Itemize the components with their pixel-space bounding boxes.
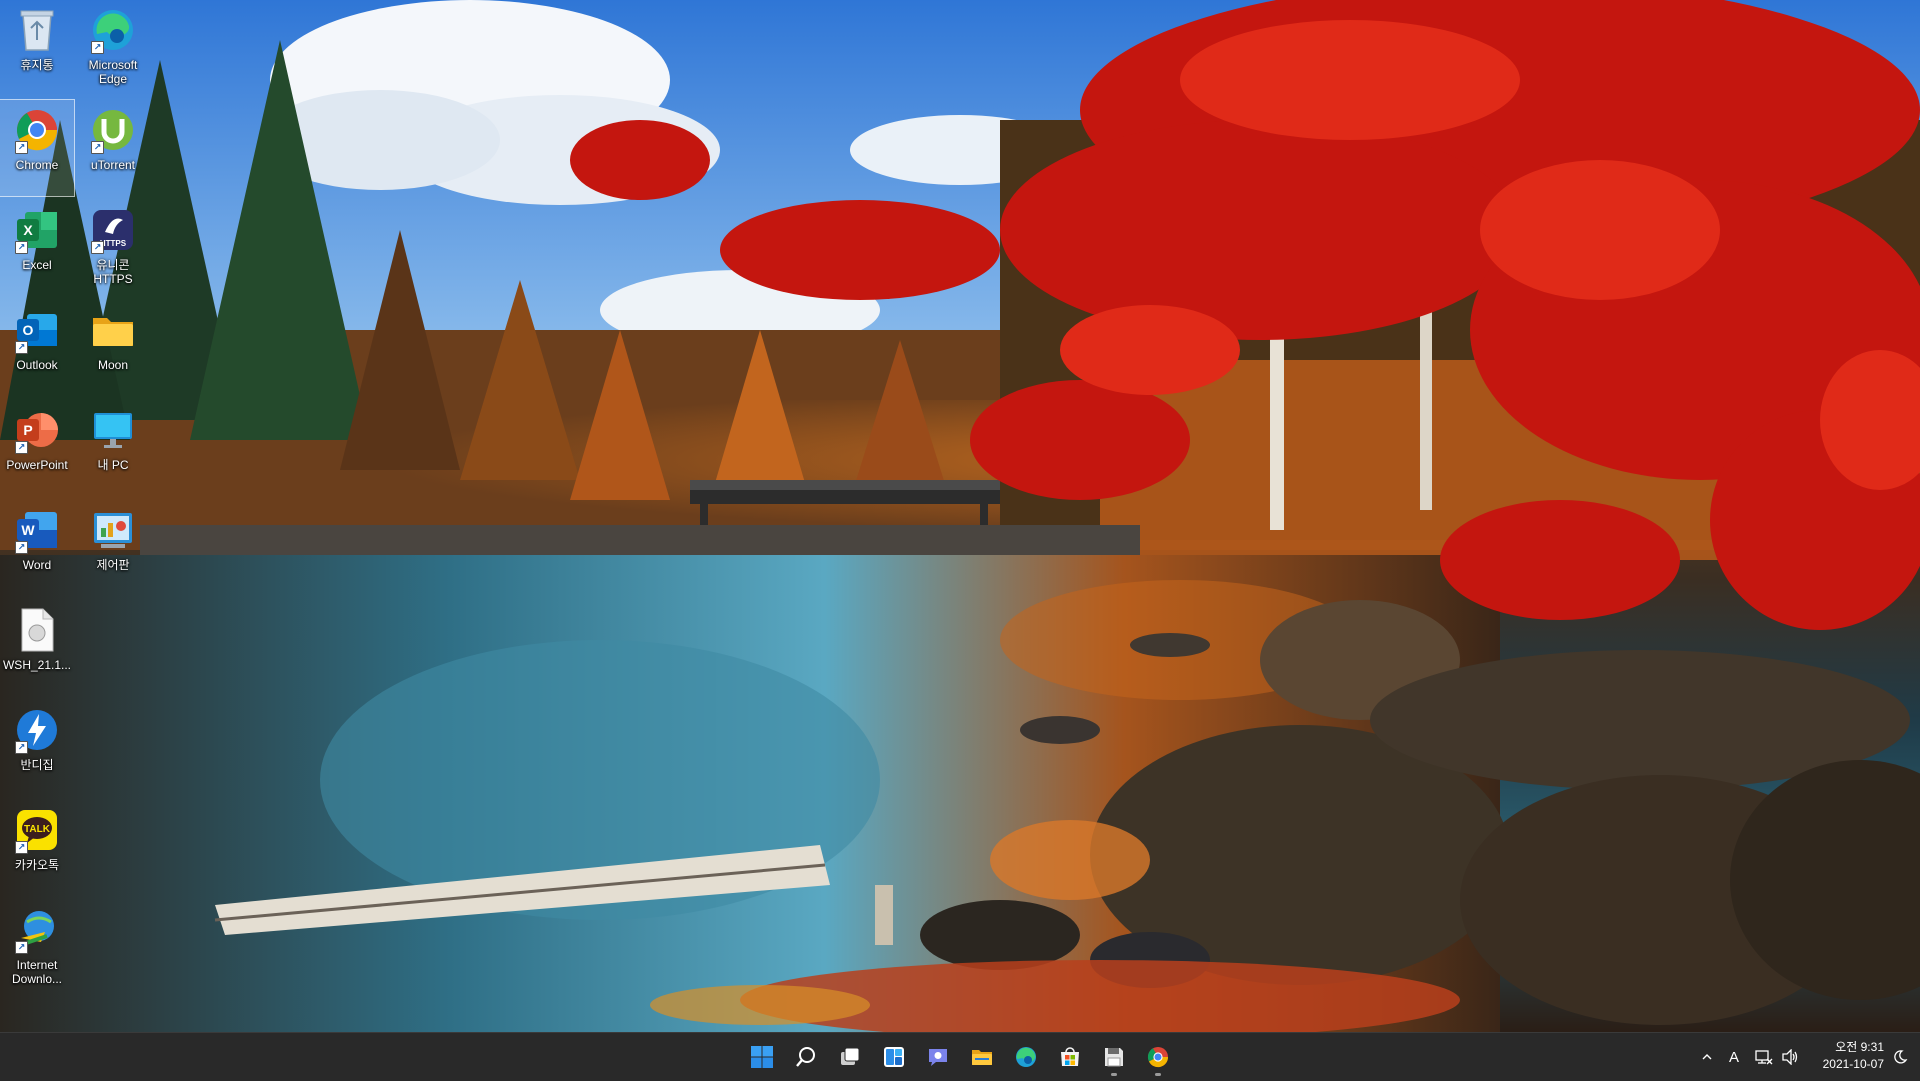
desktop-icon-powerpoint[interactable]: P ↗ PowerPoint: [0, 400, 74, 496]
wallpaper-landscape: [0, 0, 1920, 1032]
task-view-icon: [838, 1045, 862, 1069]
desktop-icon-label: Chrome: [15, 158, 59, 172]
svg-text:TALK: TALK: [24, 824, 51, 835]
powerpoint-icon: P ↗: [13, 406, 61, 454]
taskbar-chrome-button[interactable]: [1138, 1037, 1178, 1077]
recycle-bin-icon: [13, 6, 61, 54]
taskbar-start-button[interactable]: [742, 1037, 782, 1077]
excel-icon: X ↗: [13, 206, 61, 254]
document-icon: [13, 606, 61, 654]
outlook-icon: O ↗: [13, 306, 61, 354]
desktop-icon-label: 제어판: [96, 558, 130, 572]
notifications-moon-icon[interactable]: [1888, 1045, 1912, 1069]
svg-text:X: X: [23, 222, 33, 238]
desktop-icon-label: 내 PC: [97, 458, 129, 472]
edge-icon: ↗: [89, 6, 137, 54]
desktop-icon-moon[interactable]: Moon: [76, 300, 150, 396]
taskbar-file-explorer-button[interactable]: [962, 1037, 1002, 1077]
taskbar-save-app-button[interactable]: [1094, 1037, 1134, 1077]
desktop-icon-outlook[interactable]: O ↗ Outlook: [0, 300, 74, 396]
shortcut-arrow-icon: ↗: [15, 941, 28, 954]
shortcut-arrow-icon: ↗: [15, 541, 28, 554]
shortcut-arrow-icon: ↗: [91, 41, 104, 54]
desktop-icon-utorrent[interactable]: ↗ uTorrent: [76, 100, 150, 196]
file-explorer-icon: [970, 1045, 994, 1069]
desktop-icon-bandizip[interactable]: ↗ 반디집: [0, 700, 74, 796]
desktop-icon-label: uTorrent: [90, 158, 136, 172]
desktop-icon-label: Internet Downlo...: [11, 958, 63, 986]
ime-language-indicator[interactable]: A: [1722, 1045, 1746, 1069]
svg-text:O: O: [23, 322, 34, 338]
volume-icon[interactable]: [1778, 1045, 1802, 1069]
floppy-icon: [1102, 1045, 1126, 1069]
taskbar-widgets-button[interactable]: [874, 1037, 914, 1077]
bandizip-icon: ↗: [13, 706, 61, 754]
desktop-icon-label: 카카오톡: [14, 858, 60, 872]
desktop-icon-label: WSH_21.1...: [2, 658, 72, 672]
desktop-icon-unicorn-https[interactable]: HTTPS ↗ 유니콘 HTTPS: [76, 200, 150, 296]
shortcut-arrow-icon: ↗: [91, 241, 104, 254]
desktop-icon-chrome[interactable]: ↗ Chrome: [0, 99, 75, 197]
shortcut-arrow-icon: ↗: [15, 241, 28, 254]
svg-text:P: P: [23, 422, 32, 438]
desktop-icon-label: 휴지통: [20, 58, 54, 72]
desktop-icon-label: Word: [22, 558, 52, 572]
kakaotalk-icon: TALK ↗: [13, 806, 61, 854]
clock-date: 2021-10-07: [1822, 1057, 1884, 1071]
shortcut-arrow-icon: ↗: [15, 841, 28, 854]
taskbar-search-button[interactable]: [786, 1037, 826, 1077]
monitor-icon: [89, 406, 137, 454]
desktop-icon-internet-download[interactable]: ↗ Internet Downlo...: [0, 900, 74, 996]
shortcut-arrow-icon: ↗: [91, 141, 104, 154]
shortcut-arrow-icon: ↗: [15, 141, 28, 154]
unicorn-https-icon: HTTPS ↗: [89, 206, 137, 254]
shortcut-arrow-icon: ↗: [15, 341, 28, 354]
desktop-icon-label: Moon: [97, 358, 129, 372]
taskbar-store-button[interactable]: [1050, 1037, 1090, 1077]
store-icon: [1058, 1045, 1082, 1069]
desktop-icon-microsoft-edge[interactable]: ↗ Microsoft Edge: [76, 0, 150, 96]
shortcut-arrow-icon: ↗: [15, 741, 28, 754]
desktop-icon-wsh[interactable]: WSH_21.1...: [0, 600, 74, 696]
chrome-icon: ↗: [13, 106, 61, 154]
desktop-icon-word[interactable]: W ↗ Word: [0, 500, 74, 596]
idm-icon: ↗: [13, 906, 61, 954]
taskbar-task-view-button[interactable]: [830, 1037, 870, 1077]
teams-chat-icon: [926, 1045, 950, 1069]
desktop-icon-label: Outlook: [16, 358, 58, 372]
taskbar-chat-button[interactable]: [918, 1037, 958, 1077]
taskbar-clock[interactable]: 오전 9:31 2021-10-07: [1800, 1039, 1884, 1073]
widgets-icon: [882, 1045, 906, 1069]
chrome-icon: [1146, 1045, 1170, 1069]
show-hidden-icons-chevron-icon[interactable]: [1696, 1045, 1718, 1069]
desktop-icon-this-pc[interactable]: 내 PC: [76, 400, 150, 496]
desktop-icon-control-panel[interactable]: 제어판: [76, 500, 150, 596]
clock-time: 오전 9:31: [1835, 1040, 1884, 1054]
word-icon: W ↗: [13, 506, 61, 554]
desktop-wallpaper: [0, 0, 1920, 1032]
desktop-icon-label: Excel: [22, 258, 52, 272]
desktop-icon-excel[interactable]: X ↗ Excel: [0, 200, 74, 296]
network-icon[interactable]: [1752, 1045, 1776, 1069]
desktop-icon-recycle-bin[interactable]: 휴지통: [0, 0, 74, 96]
desktop-icon-kakaotalk[interactable]: TALK ↗ 카카오톡: [0, 800, 74, 896]
taskbar: A 오전 9:31 2021-10-07: [0, 1032, 1920, 1081]
windows-start-icon: [750, 1045, 774, 1069]
desktop-icon-label: 유니콘 HTTPS: [93, 258, 133, 286]
taskbar-edge-button[interactable]: [1006, 1037, 1046, 1077]
utorrent-icon: ↗: [89, 106, 137, 154]
search-icon: [794, 1045, 818, 1069]
control-panel-icon: [89, 506, 137, 554]
desktop-icon-label: PowerPoint: [6, 458, 68, 472]
svg-text:W: W: [21, 522, 35, 538]
edge-icon: [1014, 1045, 1038, 1069]
shortcut-arrow-icon: ↗: [15, 441, 28, 454]
desktop-icon-label: 반디집: [20, 758, 54, 772]
folder-icon: [89, 306, 137, 354]
desktop-icon-label: Microsoft Edge: [88, 58, 138, 86]
